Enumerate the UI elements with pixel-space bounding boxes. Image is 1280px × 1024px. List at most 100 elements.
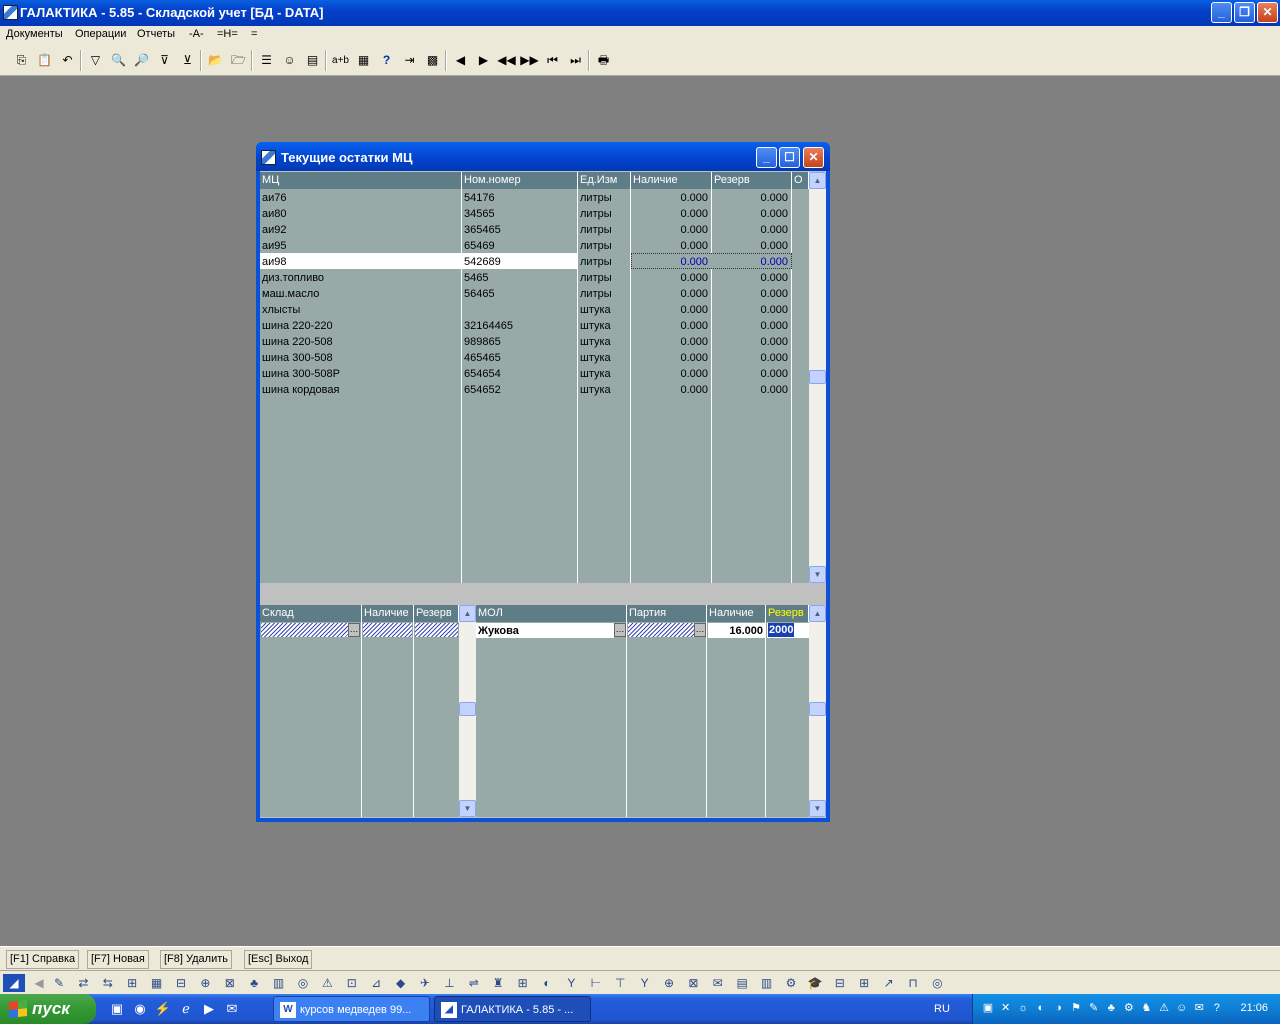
col-header-mol-nalichie[interactable]: Наличие — [707, 605, 766, 622]
module-1-icon[interactable]: ✎ — [50, 974, 68, 992]
open-folder-icon[interactable]: 📂 — [205, 50, 226, 71]
row-unit[interactable]: литры — [580, 270, 630, 286]
module-9-icon[interactable]: ♣ — [245, 974, 263, 992]
undo-icon[interactable]: ↶ — [57, 50, 78, 71]
row-rezerv[interactable]: 0.000 — [712, 334, 790, 350]
text-ab-icon[interactable]: a+b — [330, 50, 351, 71]
row-unit[interactable]: штука — [580, 366, 630, 382]
row-rezerv[interactable]: 0.000 — [712, 238, 790, 254]
col-header-nalichie[interactable]: Наличие — [631, 172, 712, 189]
scroll-thumb[interactable] — [459, 702, 476, 716]
row-mc[interactable]: аи95 — [262, 238, 460, 254]
row-rezerv[interactable]: 0.000 — [712, 190, 790, 206]
restore-app-button[interactable]: ❐ — [1234, 2, 1255, 23]
warehouse-grid-scrollbar[interactable]: ▲ ▼ — [459, 605, 476, 817]
tray-11-icon[interactable]: ⚠ — [1157, 1001, 1171, 1015]
galaktika-logo-icon[interactable]: ◢ — [3, 974, 25, 992]
module-16-icon[interactable]: ✈ — [416, 974, 434, 992]
row-nalichie[interactable]: 0.000 — [631, 270, 710, 286]
row-nom[interactable]: 654652 — [464, 382, 576, 398]
pane-splitter[interactable] — [260, 583, 826, 605]
first-icon[interactable]: ⏮ — [542, 50, 563, 71]
row-rezerv[interactable]: 0.000 — [712, 350, 790, 366]
scroll-down-arrow-icon[interactable]: ▼ — [809, 566, 826, 583]
module-36-icon[interactable]: ⊓ — [904, 974, 922, 992]
row-mc[interactable]: шина 300-508Р — [262, 366, 460, 382]
row-nalichie[interactable]: 0.000 — [631, 206, 710, 222]
module-25-icon[interactable]: Y — [636, 974, 654, 992]
tray-12-icon[interactable]: ☺ — [1175, 1001, 1189, 1015]
module-8-icon[interactable]: ⊠ — [221, 974, 239, 992]
module-35-icon[interactable]: ↗ — [880, 974, 898, 992]
quicklaunch-ie-icon[interactable]: ℯ — [177, 1000, 195, 1018]
find-next-icon[interactable]: 🔎 — [131, 50, 152, 71]
scroll-up-arrow-icon[interactable]: ▲ — [459, 605, 476, 622]
menu-reports[interactable]: Отчеты — [137, 28, 175, 40]
row-rezerv[interactable]: 0.000 — [712, 302, 790, 318]
module-19-icon[interactable]: ♜ — [489, 974, 507, 992]
row-nalichie[interactable]: 0.000 — [631, 350, 710, 366]
col-header-sklad[interactable]: Склад — [260, 605, 362, 622]
fast-forward-icon[interactable]: ▶▶ — [519, 50, 540, 71]
row-nalichie[interactable]: 0.000 — [631, 302, 710, 318]
minimize-window-button[interactable]: _ — [756, 147, 777, 168]
tray-5-icon[interactable]: ◑ — [1051, 1001, 1065, 1015]
row-mc[interactable]: аи98 — [262, 254, 460, 270]
scroll-down-arrow-icon[interactable]: ▼ — [459, 800, 476, 817]
col-header-mol[interactable]: МОЛ — [476, 605, 627, 622]
module-27-icon[interactable]: ⊠ — [684, 974, 702, 992]
f7-new-button[interactable]: [F7] Новая — [87, 950, 149, 969]
col-header-sklad-rezerv[interactable]: Резерв — [414, 605, 459, 622]
tray-10-icon[interactable]: ♞ — [1139, 1001, 1153, 1015]
row-mc[interactable]: аи92 — [262, 222, 460, 238]
menu-a[interactable]: -A- — [189, 28, 204, 40]
row-nom[interactable]: 989865 — [464, 334, 576, 350]
table-icon[interactable]: ▤ — [302, 50, 323, 71]
tray-14-icon[interactable]: ? — [1210, 1001, 1224, 1015]
col-header-partiya[interactable]: Партия — [627, 605, 707, 622]
row-mc[interactable]: маш.масло — [262, 286, 460, 302]
module-34-icon[interactable]: ⊞ — [855, 974, 873, 992]
row-mc[interactable]: хлысты — [262, 302, 460, 318]
folder-tools-icon[interactable]: 🗁 — [228, 50, 249, 71]
row-unit[interactable]: литры — [580, 222, 630, 238]
row-rezerv[interactable]: 0.000 — [712, 382, 790, 398]
strip-left-arrow-icon[interactable]: ◀ — [30, 974, 48, 992]
quicklaunch-outlook-icon[interactable]: ✉ — [223, 1000, 241, 1018]
row-mc[interactable]: диз.топливо — [262, 270, 460, 286]
module-32-icon[interactable]: 🎓 — [806, 974, 824, 992]
module-4-icon[interactable]: ⊞ — [123, 974, 141, 992]
row-mc[interactable]: шина 300-508 — [262, 350, 460, 366]
smiley-icon[interactable]: ☺ — [279, 50, 300, 71]
module-30-icon[interactable]: ▥ — [758, 974, 776, 992]
menu-eq[interactable]: = — [251, 28, 257, 40]
row-unit[interactable]: литры — [580, 286, 630, 302]
filter-clear-icon[interactable]: ⊻ — [177, 50, 198, 71]
row-rezerv[interactable]: 0.000 — [712, 222, 790, 238]
close-window-button[interactable]: ✕ — [803, 147, 824, 168]
row-rezerv[interactable]: 0.000 — [712, 206, 790, 222]
grid-icon[interactable]: ▩ — [422, 50, 443, 71]
module-11-icon[interactable]: ◎ — [294, 974, 312, 992]
row-nalichie[interactable]: 0.000 — [631, 334, 710, 350]
task-galaktika[interactable]: ◢ ГАЛАКТИКА - 5.85 - ... — [434, 996, 591, 1022]
row-unit[interactable]: штука — [580, 382, 630, 398]
prev-icon[interactable]: ◀ — [450, 50, 471, 71]
module-29-icon[interactable]: ▤ — [733, 974, 751, 992]
f1-help-button[interactable]: [F1] Справка — [6, 950, 80, 969]
module-6-icon[interactable]: ⊟ — [172, 974, 190, 992]
module-33-icon[interactable]: ⊟ — [831, 974, 849, 992]
row-unit[interactable]: литры — [580, 190, 630, 206]
last-icon[interactable]: ⏭ — [565, 50, 586, 71]
module-5-icon[interactable]: ▦ — [148, 974, 166, 992]
quicklaunch-desktop-icon[interactable]: ▣ — [108, 1000, 126, 1018]
mol-grid-scrollbar[interactable]: ▲ ▼ — [809, 605, 826, 817]
module-2-icon[interactable]: ⇄ — [74, 974, 92, 992]
col-header-rezerv[interactable]: Резерв — [712, 172, 792, 189]
list-icon[interactable]: ☰ — [256, 50, 277, 71]
stock-window-titlebar[interactable]: Текущие остатки МЦ _ ☐ ✕ — [256, 142, 830, 171]
row-mc[interactable]: аи76 — [262, 190, 460, 206]
module-13-icon[interactable]: ⊡ — [343, 974, 361, 992]
scroll-up-arrow-icon[interactable]: ▲ — [809, 172, 826, 189]
rewind-icon[interactable]: ◀◀ — [496, 50, 517, 71]
